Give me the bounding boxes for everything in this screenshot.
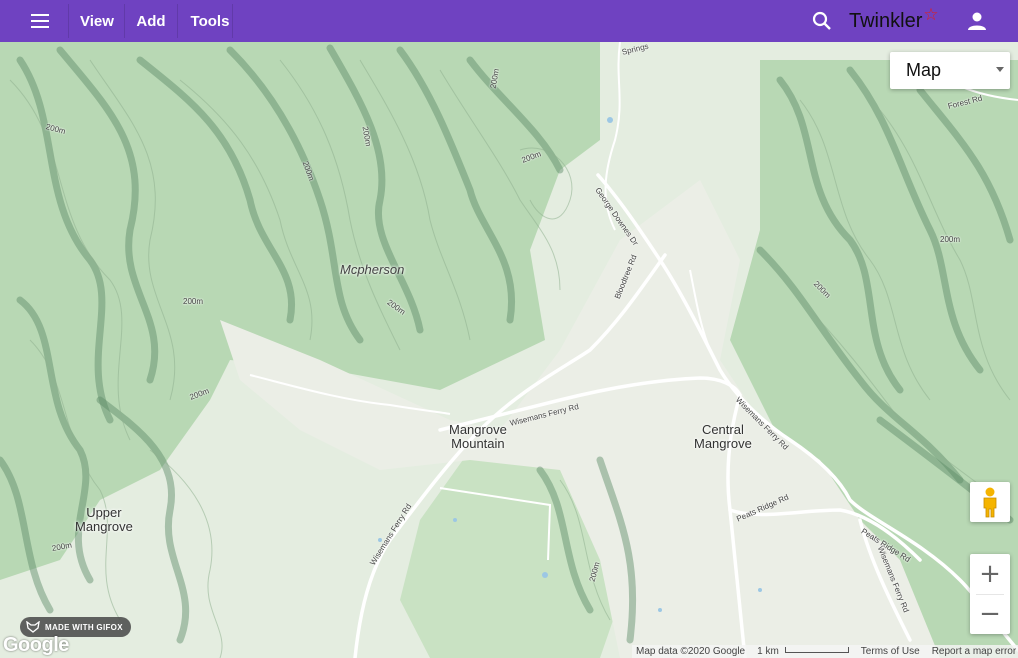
scale-label[interactable]: 1 km <box>757 646 779 657</box>
place-label-line: Mangrove <box>449 422 507 437</box>
view-menu-button[interactable]: View <box>70 0 124 42</box>
menu-button[interactable] <box>12 0 68 42</box>
terms-link[interactable]: Terms of Use <box>861 646 920 657</box>
tools-menu-button[interactable]: Tools <box>180 0 240 42</box>
map-data-text[interactable]: Map data ©2020 Google <box>636 646 745 657</box>
zoom-in-button[interactable]: + <box>970 554 1010 594</box>
place-label-mangrove-mountain: Mangrove Mountain <box>449 423 507 451</box>
place-label-line: Mangrove <box>694 436 752 451</box>
terrain-map <box>0 42 1018 658</box>
contour-label: 200m <box>940 235 961 244</box>
street-view-pegman[interactable] <box>970 482 1010 522</box>
place-label-line: Upper <box>86 505 122 520</box>
toolbar-divider <box>68 4 69 38</box>
place-label-central-mangrove: Central Mangrove <box>694 423 752 451</box>
toolbar-divider <box>177 4 178 38</box>
report-error-link[interactable]: Report a map error <box>932 646 1016 657</box>
map-type-label: Map <box>906 60 942 80</box>
hamburger-menu-icon <box>31 14 49 28</box>
place-label-mcpherson: Mcpherson <box>340 262 405 277</box>
toolbar-divider <box>124 4 125 38</box>
zoom-controls: + − <box>970 554 1010 634</box>
pegman-icon <box>983 487 997 518</box>
brand-name: Twinkler <box>849 9 923 32</box>
gifox-label: MADE WITH GIFOX <box>45 622 123 632</box>
place-label-line: Central <box>701 422 744 437</box>
map-attribution-bar: Map data ©2020 Google 1 km Terms of Use … <box>632 645 1018 658</box>
place-label-upper-mangrove: Upper Mangrove <box>75 506 133 534</box>
account-button[interactable] <box>955 0 999 42</box>
place-label-line: Mangrove <box>75 519 133 534</box>
fox-icon <box>26 621 40 633</box>
add-menu-button[interactable]: Add <box>126 0 176 42</box>
top-app-bar: View Add Tools Twinkler ☆ <box>0 0 1018 42</box>
person-icon <box>968 12 986 30</box>
map-type-select[interactable]: Map <box>890 52 1010 89</box>
chevron-down-icon <box>996 67 1004 72</box>
zoom-out-button[interactable]: − <box>970 594 1010 634</box>
scale-bar[interactable] <box>784 646 849 653</box>
place-label-line: Mountain <box>451 436 505 451</box>
toolbar-divider <box>232 4 233 38</box>
search-icon <box>812 11 831 30</box>
google-logo[interactable]: Google <box>3 634 69 657</box>
brand-star-icon: ☆ <box>923 5 939 24</box>
contour-label: 200m <box>183 297 204 306</box>
brand-logo[interactable]: Twinkler ☆ <box>849 0 939 42</box>
search-button[interactable] <box>800 0 844 42</box>
map-canvas[interactable]: Mcpherson Mangrove Mountain Central Mang… <box>0 42 1018 658</box>
